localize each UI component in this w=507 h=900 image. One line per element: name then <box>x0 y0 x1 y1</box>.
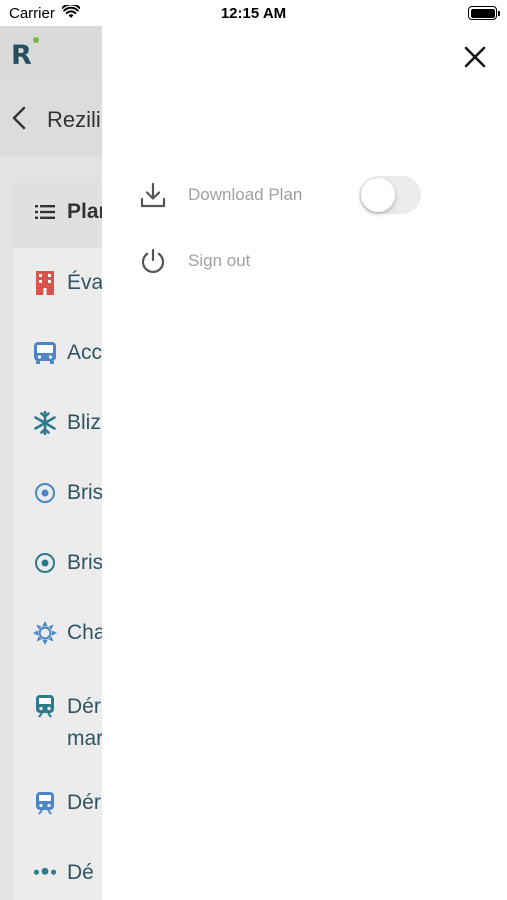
list-item-label: Bliz <box>67 411 101 434</box>
plan-list-card: Plan Évac Acc Bliz Bris <box>13 178 102 900</box>
list-item-label: Dér <box>67 695 101 718</box>
background-app[interactable]: R Rezili Plan Évac Acc <box>0 26 102 900</box>
list-item[interactable]: Acc <box>33 341 102 365</box>
list-item[interactable]: Bris <box>33 481 102 505</box>
list-item[interactable]: Dé <box>33 861 94 885</box>
list-item-label: Évac <box>67 271 102 294</box>
list-item[interactable]: Bris <box>33 551 102 575</box>
close-icon <box>464 46 486 68</box>
sign-out-label: Sign out <box>188 251 251 270</box>
sun-icon <box>33 621 57 645</box>
clock: 12:15 AM <box>220 5 287 22</box>
close-button[interactable] <box>460 42 490 72</box>
bus-icon <box>33 341 57 365</box>
target-icon <box>33 481 57 505</box>
list-item[interactable]: Dér <box>33 791 101 815</box>
train-icon <box>33 791 57 815</box>
list-item[interactable]: Plan <box>33 200 102 224</box>
download-plan-label: Download Plan <box>188 185 303 204</box>
nav-title: Rezili <box>47 107 101 132</box>
list-item-label: Bris <box>67 481 102 504</box>
list-item-label: Bris <box>67 551 102 574</box>
train-icon <box>33 694 57 718</box>
logo-dot <box>33 37 39 43</box>
list-item-label-line2: mar <box>67 727 102 750</box>
snowflake-icon <box>33 411 57 435</box>
list-item-label: Dér <box>67 791 101 814</box>
app-header: R <box>0 26 102 82</box>
building-icon <box>33 271 57 295</box>
list-item[interactable]: Cha <box>33 621 102 645</box>
list-item[interactable]: Dér mar <box>33 691 102 755</box>
toggle-knob <box>361 178 395 212</box>
list-item[interactable]: Bliz <box>33 411 101 435</box>
download-plan-toggle[interactable] <box>359 176 421 214</box>
people-icon <box>33 861 57 885</box>
side-drawer: Download Plan Sign out <box>102 26 507 900</box>
nav-bar: Rezili <box>0 82 102 156</box>
list-item-label: Acc <box>67 341 102 364</box>
list-item-label: Plan <box>67 200 102 223</box>
app-logo: R <box>11 40 32 71</box>
battery-icon <box>468 6 500 20</box>
list-icon <box>33 200 57 224</box>
list-item-label: Cha <box>67 621 102 644</box>
list-item-label: Dé <box>67 861 94 884</box>
back-chevron-icon[interactable] <box>12 106 26 135</box>
download-icon <box>138 180 168 210</box>
target-icon <box>33 551 57 575</box>
power-icon <box>138 246 168 276</box>
list-item[interactable]: Évac <box>33 271 102 295</box>
sign-out-row[interactable]: Sign out <box>138 246 250 276</box>
status-bar: Carrier 12:15 AM <box>0 0 507 26</box>
download-plan-row[interactable]: Download Plan <box>138 180 302 210</box>
